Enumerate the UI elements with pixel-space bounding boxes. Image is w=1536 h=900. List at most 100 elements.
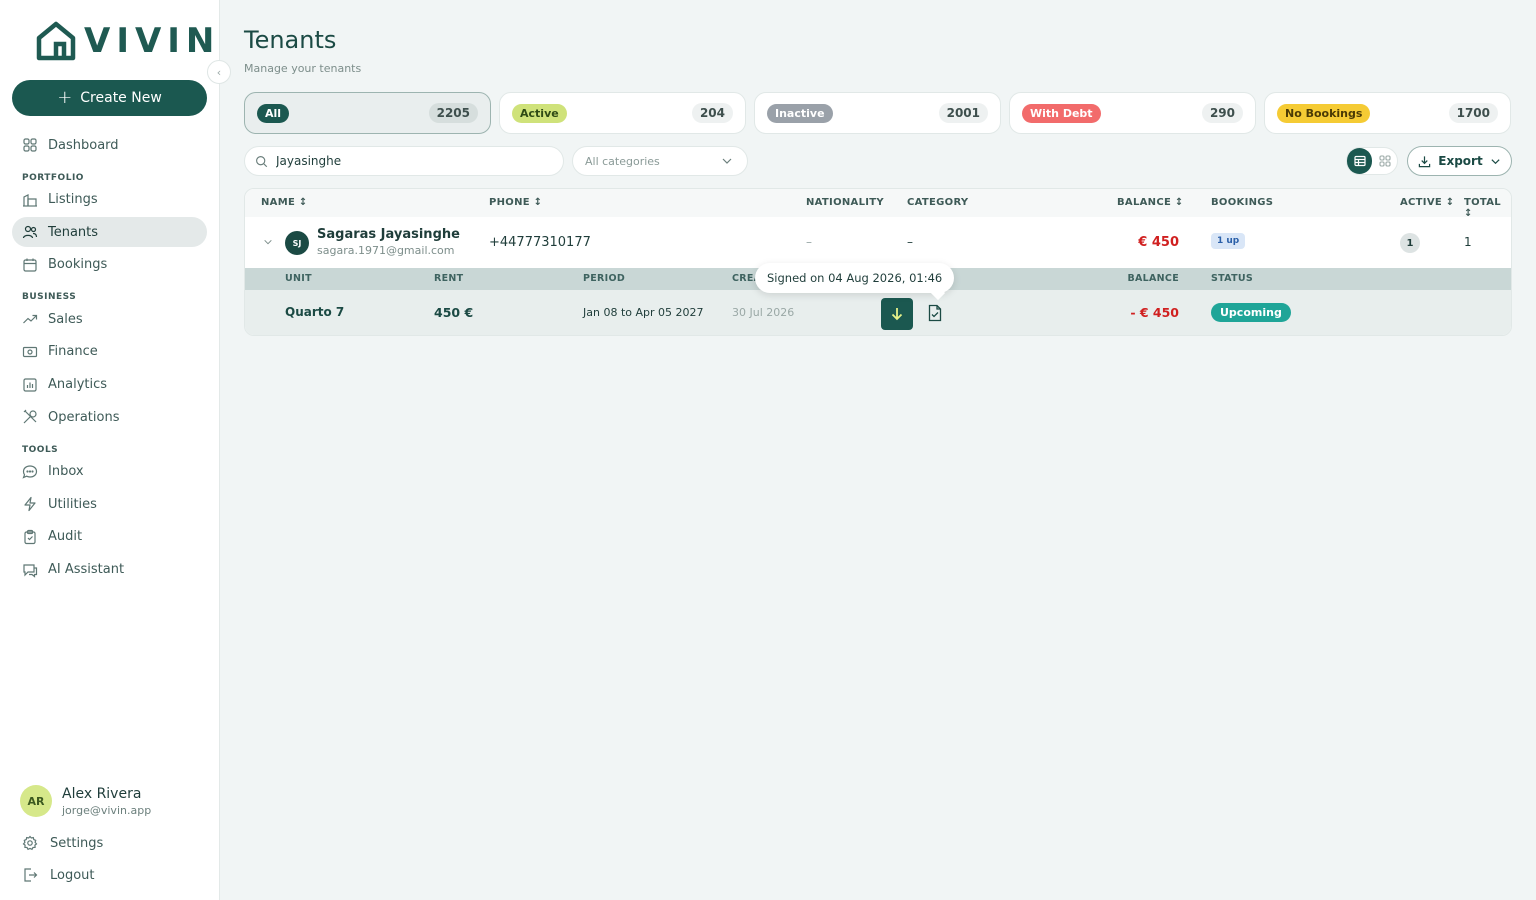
download-contract-button[interactable]	[881, 298, 913, 330]
sidebar-item-label: Tenants	[48, 224, 99, 240]
settings-link[interactable]: Settings	[22, 835, 103, 851]
table-icon	[1353, 155, 1366, 167]
sidebar-item-analytics[interactable]: Analytics	[12, 370, 207, 400]
sidebar-item-inbox[interactable]: Inbox	[12, 457, 207, 487]
message-square-icon	[23, 563, 38, 578]
filter-cards: All 2205 Active 204 Inactive 2001 With D…	[244, 92, 1511, 134]
filter-active[interactable]: Active 204	[499, 92, 746, 134]
brand-logo[interactable]: VIVIN	[36, 20, 220, 62]
subcol-rent: RENT	[434, 273, 464, 284]
bookings-badge: 1 up	[1211, 233, 1246, 249]
sidebar-item-label: Audit	[48, 529, 83, 545]
sidebar-nav: Dashboard PORTFOLIO Listings Tenants Boo…	[12, 130, 207, 587]
booking-period: Jan 08 to Apr 05 2027	[583, 306, 704, 319]
booking-balance: - € 450	[1130, 305, 1179, 320]
export-button[interactable]: Export	[1407, 146, 1512, 176]
category-select-value: All categories	[585, 154, 660, 168]
user-profile[interactable]: AR Alex Rivera jorge@vivin.app	[20, 785, 151, 817]
clipboard-icon	[24, 529, 36, 545]
filter-label: With Debt	[1022, 103, 1101, 123]
sidebar-item-label: Sales	[48, 311, 83, 327]
sidebar-item-label: Listings	[48, 192, 98, 208]
tenant-avatar: SJ	[285, 231, 309, 255]
filter-label: No Bookings	[1277, 103, 1371, 123]
filter-count: 2205	[428, 103, 478, 123]
booking-rent: 450 €	[434, 305, 474, 320]
filter-count: 1700	[1448, 103, 1498, 123]
category-select[interactable]: All categories	[572, 146, 748, 176]
filter-inactive[interactable]: Inactive 2001	[754, 92, 1001, 134]
sidebar-item-bookings[interactable]: Bookings	[12, 250, 207, 280]
sidebar-item-ai-assistant[interactable]: AI Assistant	[12, 555, 207, 585]
filter-label: Inactive	[767, 103, 833, 123]
col-total[interactable]: TOTAL ↕	[1464, 197, 1511, 219]
col-balance[interactable]: BALANCE ↕	[1117, 197, 1184, 208]
section-portfolio: PORTFOLIO	[22, 172, 84, 183]
view-toggle	[1346, 147, 1398, 175]
users-icon	[22, 226, 38, 239]
table-view-button[interactable]	[1347, 148, 1372, 174]
signed-document-button[interactable]	[927, 304, 943, 326]
download-icon	[1419, 155, 1431, 167]
booking-row[interactable]: Quarto 7 450 € Jan 08 to Apr 05 2027 30 …	[245, 290, 1511, 335]
sidebar-item-listings[interactable]: Listings	[12, 185, 207, 215]
create-new-label: Create New	[80, 90, 162, 106]
signed-tooltip: Signed on 04 Aug 2026, 01:46	[755, 263, 955, 293]
export-label: Export	[1438, 154, 1483, 168]
sidebar-item-sales[interactable]: Sales	[12, 304, 207, 334]
tenant-category: –	[907, 235, 913, 249]
filter-label: All	[257, 103, 290, 123]
house-logo-icon	[36, 21, 76, 61]
arrow-down-icon	[891, 308, 903, 321]
collapse-sidebar-button[interactable]: ‹	[207, 60, 231, 84]
chevron-left-icon: ‹	[216, 65, 222, 79]
col-name[interactable]: NAME ↕	[261, 197, 308, 208]
subcol-period: PERIOD	[583, 273, 626, 284]
sidebar-item-dashboard[interactable]: Dashboard	[12, 130, 207, 160]
sidebar-item-audit[interactable]: Audit	[12, 522, 207, 552]
filter-with-debt[interactable]: With Debt 290	[1009, 92, 1256, 134]
col-phone[interactable]: PHONE ↕	[489, 197, 542, 208]
subcol-balance: BALANCE	[1127, 273, 1179, 284]
filter-count: 2001	[938, 103, 988, 123]
page-subtitle: Manage your tenants	[244, 62, 362, 75]
logout-link[interactable]: Logout	[22, 867, 95, 883]
sidebar-item-finance[interactable]: Finance	[12, 337, 207, 367]
grid-icon	[23, 138, 37, 152]
filter-all[interactable]: All 2205	[244, 92, 491, 134]
active-count: 1	[1400, 233, 1420, 253]
col-active[interactable]: ACTIVE ↕	[1400, 197, 1454, 208]
sidebar: VIVIN ‹ + Create New Dashboard PORTFOLIO…	[0, 0, 231, 900]
section-tools: TOOLS	[22, 444, 59, 455]
filter-count: 204	[691, 103, 733, 123]
sidebar-item-label: Dashboard	[48, 137, 119, 153]
user-email: jorge@vivin.app	[62, 803, 152, 817]
filter-label: Active	[512, 103, 567, 123]
calendar-icon	[23, 258, 37, 272]
filter-no-bookings[interactable]: No Bookings 1700	[1264, 92, 1511, 134]
sidebar-item-label: Bookings	[48, 257, 108, 273]
section-business: BUSINESS	[22, 292, 77, 303]
page-title: Tenants	[244, 26, 337, 54]
tenant-name: Sagaras Jayasinghe	[317, 227, 460, 242]
grid-icon	[1378, 155, 1391, 167]
grid-view-button[interactable]	[1372, 148, 1397, 174]
create-new-button[interactable]: + Create New	[12, 80, 207, 116]
chevron-down-icon[interactable]	[263, 237, 273, 247]
sidebar-item-tenants[interactable]: Tenants	[12, 217, 207, 248]
col-nationality: NATIONALITY	[806, 197, 884, 208]
banknote-icon	[22, 346, 38, 358]
sidebar-item-utilities[interactable]: Utilities	[12, 489, 207, 519]
table-row[interactable]: SJ Sagaras Jayasinghe sagara.1971@gmail.…	[245, 217, 1511, 268]
bar-chart-icon	[23, 377, 37, 392]
tenant-nationality: –	[806, 235, 812, 249]
sidebar-item-operations[interactable]: Operations	[12, 402, 207, 432]
sidebar-item-label: Inbox	[48, 464, 84, 480]
subcol-unit: UNIT	[285, 273, 312, 284]
tenant-email: sagara.1971@gmail.com	[317, 244, 455, 257]
search-box	[244, 146, 564, 176]
subcol-status: STATUS	[1211, 273, 1254, 284]
logout-icon	[24, 868, 38, 882]
search-input[interactable]	[276, 154, 546, 168]
logout-label: Logout	[50, 867, 95, 883]
